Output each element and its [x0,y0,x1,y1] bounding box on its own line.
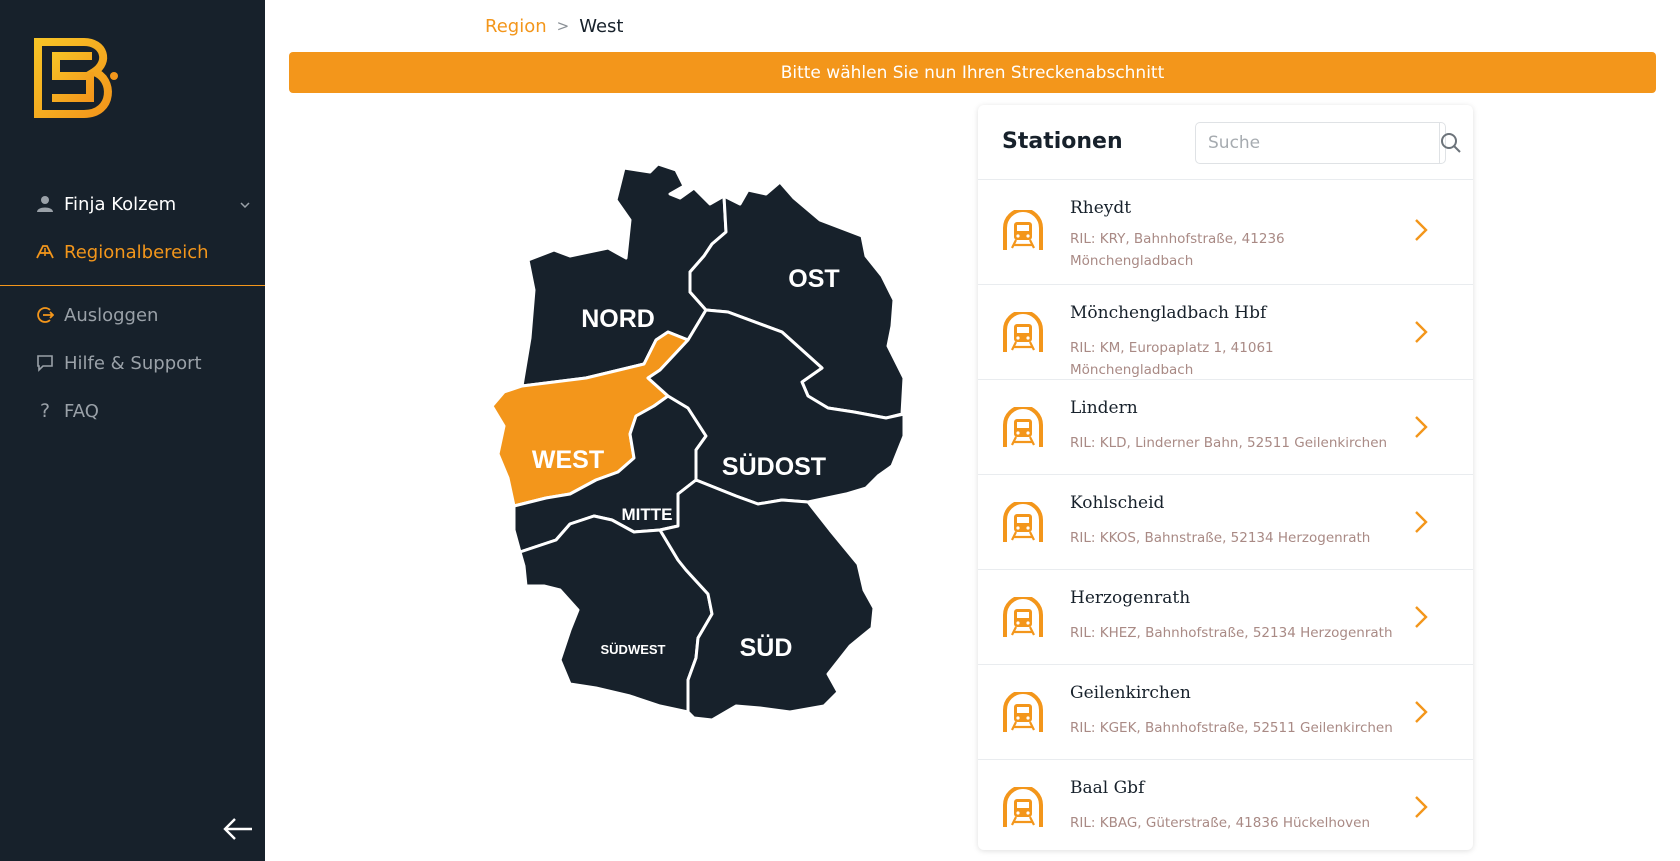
station-name: Lindern [1070,398,1138,418]
nav-help-label: Hilfe & Support [64,352,202,374]
map-label-suedost: SÜDOST [722,452,826,481]
station-item[interactable]: Baal Gbf RIL: KBAG, Güterstraße, 41836 H… [978,759,1473,850]
stations-panel: Stationen Rheydt RIL: KRY, Bahnhofstraße… [978,105,1473,850]
question-icon: ? [39,400,51,422]
user-icon [35,194,55,214]
station-name: Mönchengladbach Hbf [1070,303,1267,323]
nav-help[interactable]: Hilfe & Support [35,349,202,377]
station-name: Kohlscheid [1070,493,1165,513]
arrow-left-icon[interactable] [222,815,254,843]
map-label-suedwest: SÜDWEST [601,642,666,657]
logo-icon[interactable] [34,38,122,118]
chevron-right-icon[interactable] [1413,794,1429,820]
breadcrumb-current: West [579,15,624,37]
train-icon [1003,787,1043,827]
nav-logout-label: Ausloggen [64,304,159,326]
nav-faq[interactable]: ? FAQ [35,397,99,425]
chevron-down-icon[interactable] [240,197,250,211]
station-address: RIL: KRY, Bahnhofstraße, 41236 Mönchengl… [1070,231,1285,269]
breadcrumb-region[interactable]: Region [485,16,547,37]
station-address: RIL: KGEK, Bahnhofstraße, 52511 Geilenki… [1070,720,1393,736]
map-label-sued: SÜD [740,633,793,662]
chat-icon [35,353,55,373]
station-search-input[interactable] [1196,123,1439,163]
station-address: RIL: KM, Europaplatz 1, 41061 Mönchengla… [1070,340,1274,378]
nav-logout[interactable]: Ausloggen [35,301,158,329]
train-icon [1003,407,1043,447]
station-address: RIL: KHEZ, Bahnhofstraße, 52134 Herzogen… [1070,625,1393,641]
train-icon [1003,312,1043,352]
chevron-right-icon[interactable] [1413,414,1429,440]
station-address: RIL: KKOS, Bahnstraße, 52134 Herzogenrat… [1070,530,1371,546]
breadcrumb-separator: > [556,17,570,35]
station-item[interactable]: Lindern RIL: KLD, Linderner Bahn, 52511 … [978,379,1473,474]
train-icon [1003,692,1043,732]
chevron-right-icon[interactable] [1413,509,1429,535]
user-menu[interactable]: Finja Kolzem [35,190,250,218]
chevron-right-icon[interactable] [1413,604,1429,630]
nav-regionalbereich[interactable]: Regionalbereich [35,238,209,266]
station-address: RIL: KLD, Linderner Bahn, 52511 Geilenki… [1070,435,1388,451]
nav-divider [0,285,265,286]
station-item[interactable]: Mönchengladbach Hbf RIL: KM, Europaplatz… [978,284,1473,379]
search-button[interactable] [1439,123,1462,163]
app: Finja Kolzem Regionalbereich Ausloggen H… [0,0,1680,861]
station-name: Baal Gbf [1070,778,1145,798]
logout-icon [35,305,55,325]
map-label-mitte: MITTE [622,505,673,524]
instruction-banner: Bitte wählen Sie nun Ihren Streckenabsch… [289,52,1656,93]
station-name: Rheydt [1070,198,1132,218]
breadcrumb: Region > West [485,14,623,38]
nav-regionalbereich-label: Regionalbereich [64,241,209,263]
map-label-nord: NORD [581,305,655,333]
station-item[interactable]: Geilenkirchen RIL: KGEK, Bahnhofstraße, … [978,664,1473,759]
chevron-right-icon[interactable] [1413,699,1429,725]
station-address: RIL: KBAG, Güterstraße, 41836 Hückelhove… [1070,815,1371,831]
map-label-ost: OST [788,265,839,293]
station-name: Geilenkirchen [1070,683,1191,703]
germany-region-map: NORD OST WEST MITTE SÜDOST SÜDWEST SÜD [490,162,906,722]
station-name: Herzogenrath [1070,588,1191,608]
route-icon [35,242,55,262]
station-list: Rheydt RIL: KRY, Bahnhofstraße, 41236 Mö… [978,179,1473,850]
chevron-right-icon[interactable] [1413,319,1429,345]
stations-panel-header: Stationen [978,105,1473,179]
stations-title: Stationen [1002,129,1123,154]
chevron-right-icon[interactable] [1413,217,1429,243]
train-icon [1003,502,1043,542]
station-item[interactable]: Herzogenrath RIL: KHEZ, Bahnhofstraße, 5… [978,569,1473,664]
train-icon [1003,597,1043,637]
nav-faq-label: FAQ [64,400,99,422]
sidebar: Finja Kolzem Regionalbereich Ausloggen H… [0,0,265,861]
station-search [1195,122,1461,164]
map-label-west: WEST [532,446,604,474]
search-icon [1441,133,1461,153]
station-item[interactable]: Rheydt RIL: KRY, Bahnhofstraße, 41236 Mö… [978,179,1473,284]
station-item[interactable]: Kohlscheid RIL: KKOS, Bahnstraße, 52134 … [978,474,1473,569]
train-icon [1003,210,1043,250]
user-name: Finja Kolzem [64,193,177,215]
